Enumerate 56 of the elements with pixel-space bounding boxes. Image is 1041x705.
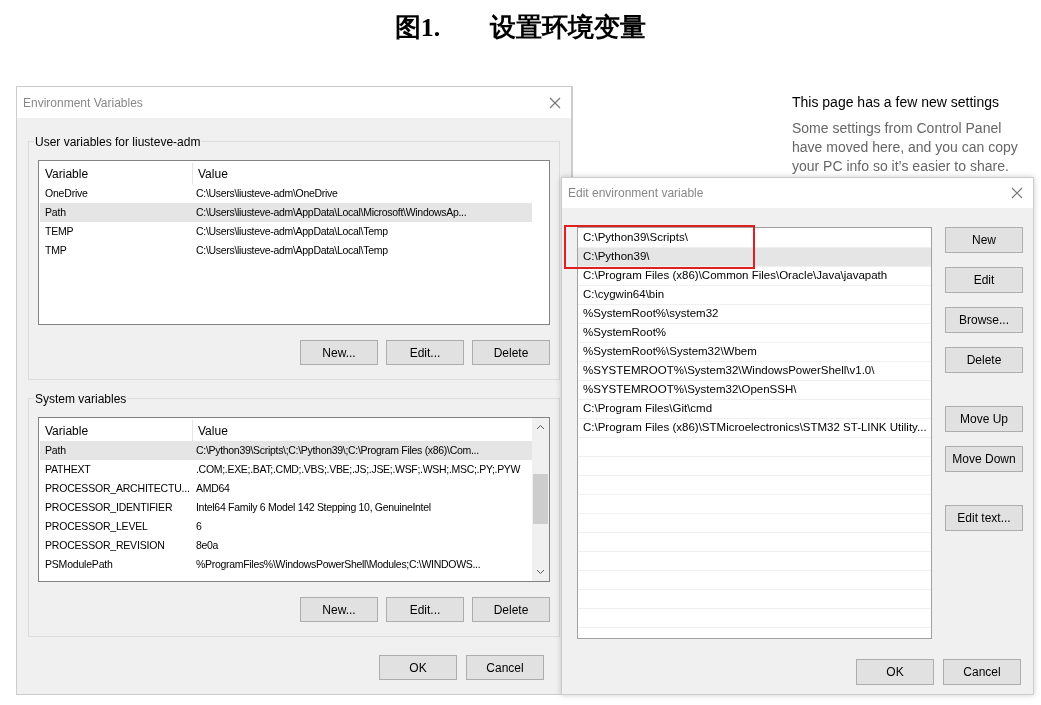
- variable-name: PROCESSOR_REVISION: [44, 537, 166, 553]
- variable-value: C:\Users\liusteve-adm\OneDrive: [195, 185, 338, 201]
- dialog-button[interactable]: Move Down: [945, 446, 1023, 472]
- dialog-button[interactable]: OK: [856, 659, 934, 685]
- variable-value: 8e0a: [195, 537, 219, 553]
- column-header[interactable]: Value: [193, 421, 228, 440]
- close-icon[interactable]: [1011, 187, 1023, 199]
- list-row[interactable]: Path C:\Users\liusteve-adm\AppData\Local\Microsoft\WindowsAp...: [40, 203, 532, 222]
- window-title: Environment Variables: [23, 94, 143, 112]
- variable-value: C:\Python39\Scripts\;C:\Python39\;C:\Program Files (x86)\Com...: [195, 442, 479, 458]
- scrollbar[interactable]: [532, 418, 549, 581]
- dialog-button[interactable]: Edit: [945, 267, 1023, 293]
- panel-text: Some settings from Control Panel have moved here, and you can copy your PC info so it’s easier to share.: [792, 119, 1019, 176]
- dialog-button[interactable]: Edit...: [386, 597, 464, 622]
- variable-name: PROCESSOR_ARCHITECTU...: [44, 480, 191, 496]
- figure-title: 设置环境变量: [490, 12, 647, 44]
- variable-name: OneDrive: [44, 185, 89, 201]
- close-icon[interactable]: [549, 96, 561, 109]
- dialog-button[interactable]: Edit text...: [945, 505, 1023, 531]
- dialog-button[interactable]: Delete: [945, 347, 1023, 373]
- variable-name: PSModulePath: [44, 556, 114, 572]
- variable-value: C:\Users\liusteve-adm\AppData\Local\Microsoft\WindowsAp...: [195, 204, 467, 220]
- dialog-button[interactable]: OK: [379, 655, 457, 680]
- dialog-button[interactable]: New: [945, 227, 1023, 253]
- dialog-button[interactable]: New...: [300, 597, 378, 622]
- variable-value: C:\Users\liusteve-adm\AppData\Local\Temp: [195, 223, 388, 239]
- path-entry[interactable]: C:\Python39\: [578, 248, 931, 267]
- variable-value: .COM;.EXE;.BAT;.CMD;.VBS;.VBE;.JS;.JSE;.WSF;.WSH;.MSC;.PY;.PYW: [195, 461, 521, 477]
- variable-name: Path: [44, 204, 67, 220]
- variable-name: Path: [44, 442, 67, 458]
- variable-value: AMD64: [195, 480, 230, 496]
- list-row[interactable]: Path C:\Python39\Scripts\;C:\Python39\;C:\Program Files (x86)\Com...: [40, 441, 532, 460]
- panel-heading: This page has a few new settings: [792, 93, 1000, 112]
- variable-name: PATHEXT: [44, 461, 92, 477]
- scrollbar-thumb[interactable]: [533, 474, 548, 524]
- scroll-up-icon[interactable]: [536, 424, 545, 430]
- dialog-button[interactable]: Delete: [472, 597, 550, 622]
- dialog-button[interactable]: Delete: [472, 340, 550, 365]
- dialog-button[interactable]: Cancel: [943, 659, 1021, 685]
- variable-value: 6: [195, 518, 202, 534]
- variable-value: %ProgramFiles%\WindowsPowerShell\Modules;C:\WINDOWS...: [195, 556, 481, 572]
- variable-value: Intel64 Family 6 Model 142 Stepping 10, GenuineIntel: [195, 499, 431, 515]
- dialog-button[interactable]: Edit...: [386, 340, 464, 365]
- dialog-button[interactable]: Browse...: [945, 307, 1023, 333]
- window-title: Edit environment variable: [568, 185, 704, 202]
- scroll-down-icon[interactable]: [536, 569, 545, 575]
- dialog-button[interactable]: Cancel: [466, 655, 544, 680]
- dialog-button[interactable]: New...: [300, 340, 378, 365]
- variable-name: TMP: [44, 242, 68, 258]
- variable-name: TEMP: [44, 223, 75, 239]
- variable-name: PROCESSOR_IDENTIFIER: [44, 499, 174, 515]
- variable-name: PROCESSOR_LEVEL: [44, 518, 149, 534]
- figure-label: 图1.: [394, 12, 441, 44]
- variable-value: C:\Users\liusteve-adm\AppData\Local\Temp: [195, 242, 388, 258]
- column-header[interactable]: Value: [193, 164, 228, 183]
- dialog-button[interactable]: Move Up: [945, 406, 1023, 432]
